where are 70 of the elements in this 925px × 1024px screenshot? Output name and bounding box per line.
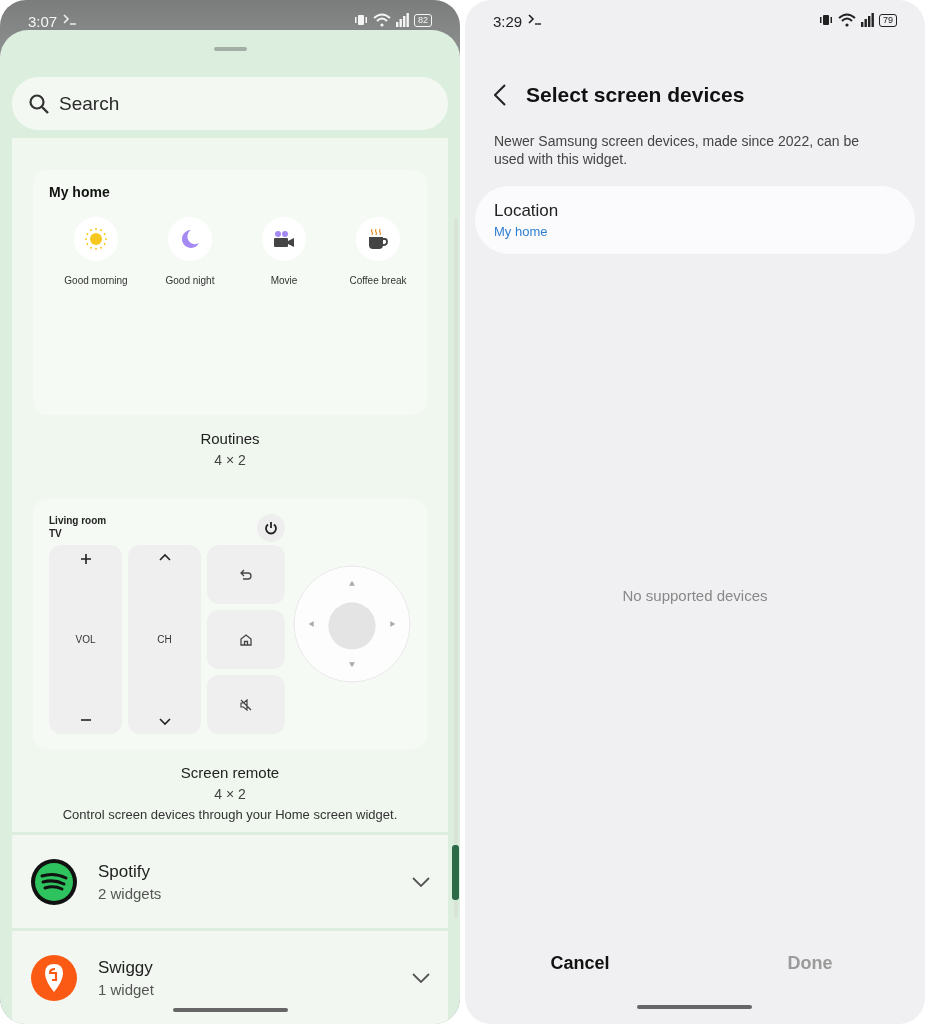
drag-handle[interactable] [213, 47, 247, 51]
app-name: Swiggy [98, 957, 154, 978]
coffee-cup-icon [367, 228, 389, 250]
channel-rocker[interactable]: CH [128, 545, 201, 734]
routine-label: Coffee break [349, 275, 407, 286]
return-arrow-icon [240, 569, 252, 580]
dialog-button[interactable]: Cancel [465, 947, 695, 980]
moon-icon [179, 228, 201, 250]
battery-level: 79 [879, 13, 897, 27]
signal-icon [861, 13, 874, 27]
widget-size: 4 × 2 [214, 452, 246, 468]
mute-icon [240, 698, 252, 711]
movie-camera-icon [273, 230, 295, 248]
back-chevron-icon [494, 84, 506, 106]
page-description: Newer Samsung screen devices, made since 2022, can be used with this widget. [494, 132, 860, 168]
power-button[interactable] [257, 514, 285, 542]
page-title: Select screen devices [526, 83, 745, 107]
vibrate-icon [354, 14, 368, 26]
status-time: 3:29 [493, 13, 523, 30]
volume-label: VOL [75, 634, 96, 645]
routine-label: Movie [270, 275, 298, 286]
channel-label: CH [157, 634, 172, 645]
widget-count: 1 widget [98, 980, 155, 998]
routine-button[interactable] [356, 217, 400, 261]
chevron-down-icon [412, 972, 430, 983]
remote-widget-preview[interactable]: Living room TV VOL CH [33, 499, 427, 749]
location-name: My home [49, 184, 111, 200]
back-button[interactable] [494, 84, 506, 106]
navigation-handle[interactable] [173, 1008, 288, 1012]
plus-icon [79, 553, 92, 565]
widget-size: 4 × 2 [214, 786, 246, 802]
channel-up-button[interactable] [158, 553, 171, 561]
app-row[interactable]: Spotify 2 widgets [12, 835, 448, 928]
home-icon [240, 633, 252, 646]
widget-count: 2 widgets [98, 884, 163, 902]
expand-button[interactable] [412, 876, 430, 887]
signal-icon [396, 13, 409, 27]
app-logo-icon [30, 857, 78, 906]
terminal-icon [528, 13, 543, 25]
wifi-icon [373, 13, 391, 27]
empty-message: No supported devices [621, 587, 769, 604]
channel-down-button[interactable] [158, 718, 171, 726]
routines-widget-preview[interactable]: My home Good morning Good night Movie Coffee break [33, 170, 427, 415]
widget-name: Screen remote [180, 764, 280, 781]
terminal-icon [63, 13, 78, 25]
volume-up-button[interactable] [79, 553, 92, 565]
chevron-down-icon [412, 876, 430, 887]
app-logo-icon [30, 953, 78, 1002]
location-selector[interactable]: Location My home [475, 186, 915, 254]
widget-description: Control screen devices through your Home screen widget. [62, 807, 398, 822]
scrollbar-thumb[interactable] [452, 845, 459, 900]
expand-button[interactable] [412, 972, 430, 983]
battery-level: 82 [414, 13, 432, 27]
widget-name: Routines [200, 430, 260, 447]
sun-icon [84, 227, 108, 251]
wifi-icon [838, 13, 856, 27]
chevron-up-icon [158, 553, 171, 561]
power-icon [264, 521, 278, 535]
app-name: Spotify [98, 861, 151, 882]
routine-label: Good night [165, 275, 215, 286]
device-name: Living room TV [49, 514, 108, 540]
search-field[interactable]: Search [12, 77, 448, 130]
chevron-down-icon [158, 718, 171, 726]
vibrate-icon [819, 14, 833, 26]
routine-label: Good morning [64, 275, 128, 286]
routine-button[interactable] [262, 217, 306, 261]
app-row[interactable]: Swiggy 1 widget [12, 931, 448, 1024]
volume-rocker[interactable]: VOL [49, 545, 122, 734]
navigation-handle[interactable] [637, 1005, 752, 1009]
status-time: 3:07 [28, 13, 58, 30]
